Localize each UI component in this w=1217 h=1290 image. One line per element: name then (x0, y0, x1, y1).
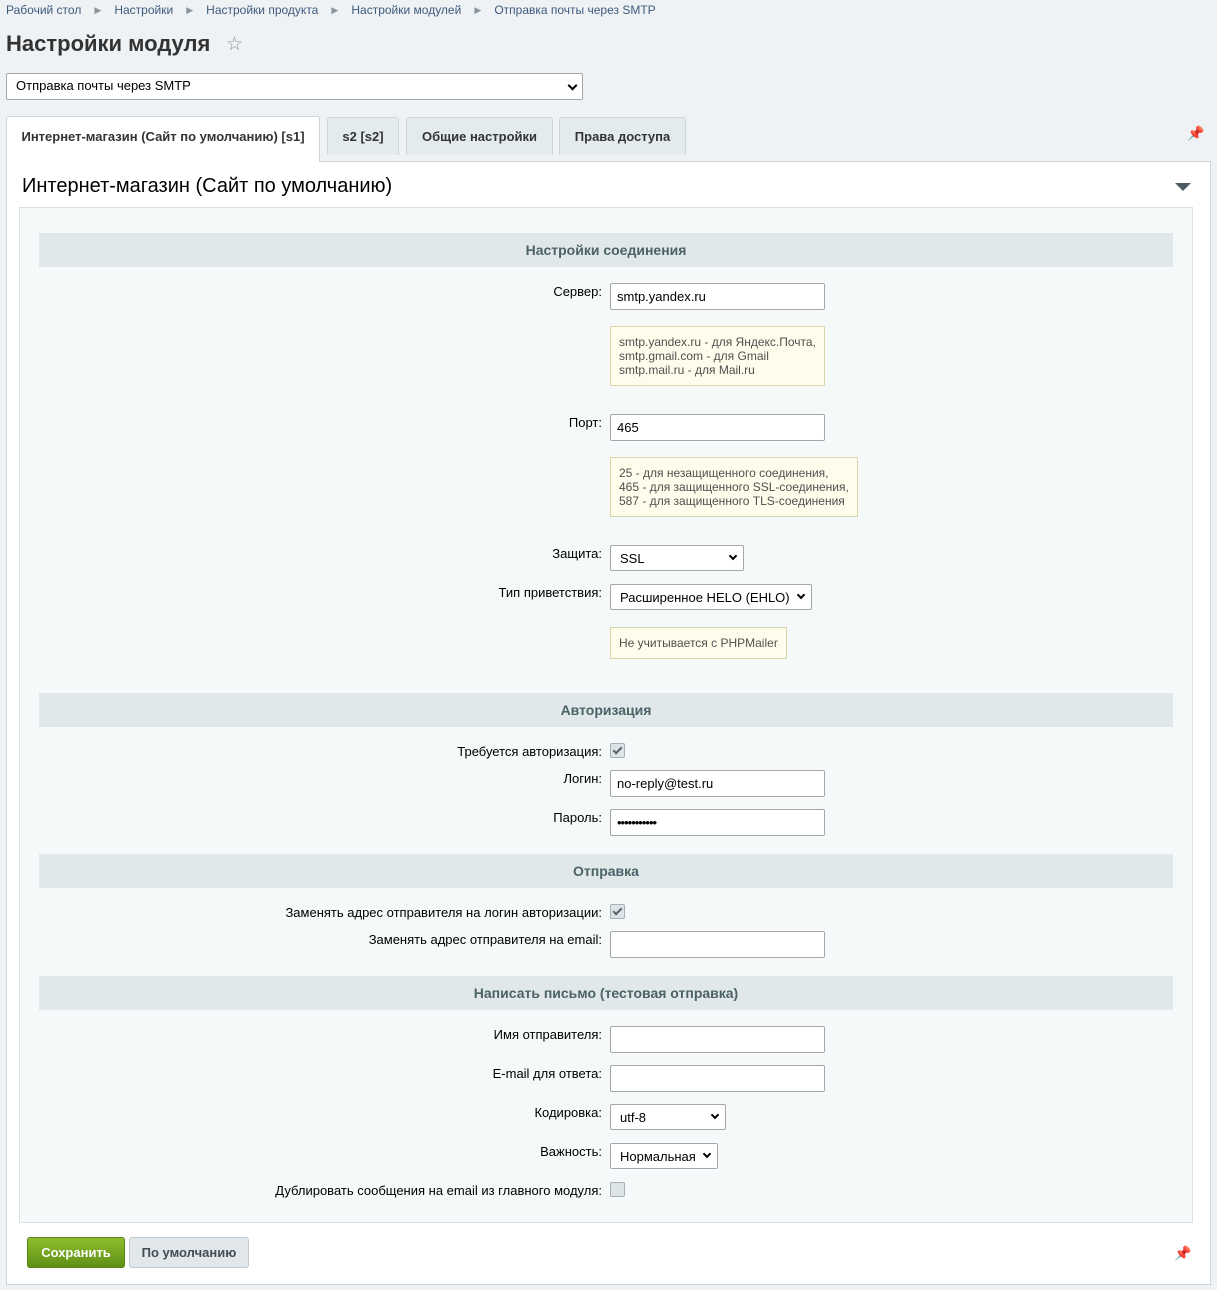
greeting-select[interactable]: Расширенное HELO (EHLO) (610, 584, 812, 610)
replace-sender-login-label: Заменять адрес отправителя на логин авто… (285, 905, 602, 920)
replace-sender-email-label: Заменять адрес отправителя на email: (368, 932, 602, 947)
breadcrumb-separator-icon: ▶ (186, 5, 194, 15)
security-label: Защита: (552, 546, 602, 561)
module-select[interactable]: Отправка почты через SMTP (6, 73, 583, 100)
chevron-down-icon (728, 551, 738, 561)
pin-icon[interactable]: 📌 (1174, 1245, 1191, 1262)
replace-sender-email-input[interactable] (610, 931, 825, 958)
pin-icon[interactable]: 📌 (1187, 125, 1204, 142)
port-hint: 25 - для незащищенного соединения, 465 -… (610, 457, 858, 517)
breadcrumb-separator-icon: ▶ (331, 5, 339, 15)
section-connection: Настройки соединения (39, 233, 1173, 267)
chevron-down-icon (567, 80, 578, 91)
tab-site-s2[interactable]: s2 [s2] (327, 117, 399, 155)
tab-access-rights[interactable]: Права доступа (559, 117, 686, 155)
breadcrumb-item-product-settings[interactable]: Настройки продукта (206, 3, 318, 17)
replace-sender-login-checkbox[interactable] (610, 904, 625, 919)
reply-email-input[interactable] (610, 1065, 825, 1092)
security-select[interactable]: SSL (610, 545, 744, 571)
greeting-hint: Не учитывается с PHPMailer (610, 627, 787, 659)
star-icon[interactable]: ☆ (226, 35, 243, 55)
section-auth: Авторизация (39, 693, 1173, 727)
reply-email-label: E-mail для ответа: (492, 1066, 602, 1081)
module-select-value: Отправка почты через SMTP (16, 78, 191, 93)
breadcrumb-item-settings[interactable]: Настройки (114, 3, 173, 17)
encoding-select[interactable]: utf-8 (610, 1104, 726, 1130)
greeting-label: Тип приветствия: (498, 585, 602, 600)
sender-name-label: Имя отправителя: (493, 1027, 602, 1042)
password-label: Пароль: (553, 810, 602, 825)
breadcrumb-item-module-settings[interactable]: Настройки модулей (351, 3, 461, 17)
section-test-send: Написать письмо (тестовая отправка) (39, 976, 1173, 1010)
priority-label: Важность: (540, 1144, 602, 1159)
tab-general-settings[interactable]: Общие настройки (406, 117, 553, 155)
default-button[interactable]: По умолчанию (129, 1237, 249, 1268)
login-input[interactable]: no-reply@test.ru (610, 770, 825, 797)
breadcrumb: Рабочий стол ▶ Настройки ▶ Настройки продукт… (6, 3, 656, 17)
auth-required-checkbox[interactable] (610, 743, 625, 758)
collapse-triangle-icon[interactable] (1175, 183, 1191, 191)
login-label: Логин: (563, 771, 602, 786)
breadcrumb-item-smtp[interactable]: Отправка почты через SMTP (494, 3, 655, 17)
chevron-down-icon (702, 1149, 712, 1159)
server-label: Сервер: (553, 284, 602, 299)
breadcrumb-separator-icon: ▶ (474, 5, 482, 15)
chevron-down-icon (796, 590, 806, 600)
panel-title: Интернет-магазин (Сайт по умолчанию) (22, 175, 393, 197)
duplicate-checkbox[interactable] (610, 1182, 625, 1197)
breadcrumb-item-desktop[interactable]: Рабочий стол (6, 3, 81, 17)
breadcrumb-separator-icon: ▶ (94, 5, 102, 15)
server-hint: smtp.yandex.ru - для Яндекс.Почта, smtp.… (610, 326, 825, 386)
auth-required-label: Требуется авторизация: (457, 744, 602, 759)
port-label: Порт: (568, 415, 602, 430)
port-input[interactable]: 465 (610, 414, 825, 441)
save-button[interactable]: Сохранить (27, 1237, 125, 1268)
chevron-down-icon (710, 1110, 720, 1120)
server-input[interactable]: smtp.yandex.ru (610, 283, 825, 310)
password-input[interactable]: ••••••••••• (610, 809, 825, 836)
duplicate-label: Дублировать сообщения на email из главно… (275, 1183, 602, 1198)
tab-site-s1[interactable]: Интернет-магазин (Сайт по умолчанию) [s1… (6, 116, 320, 162)
encoding-label: Кодировка: (534, 1105, 602, 1120)
checkmark-icon (612, 744, 623, 755)
priority-select[interactable]: Нормальная (610, 1143, 718, 1169)
checkmark-icon (612, 905, 623, 916)
section-sending: Отправка (39, 854, 1173, 888)
page-title: Настройки модуля (6, 31, 211, 56)
sender-name-input[interactable] (610, 1026, 825, 1053)
